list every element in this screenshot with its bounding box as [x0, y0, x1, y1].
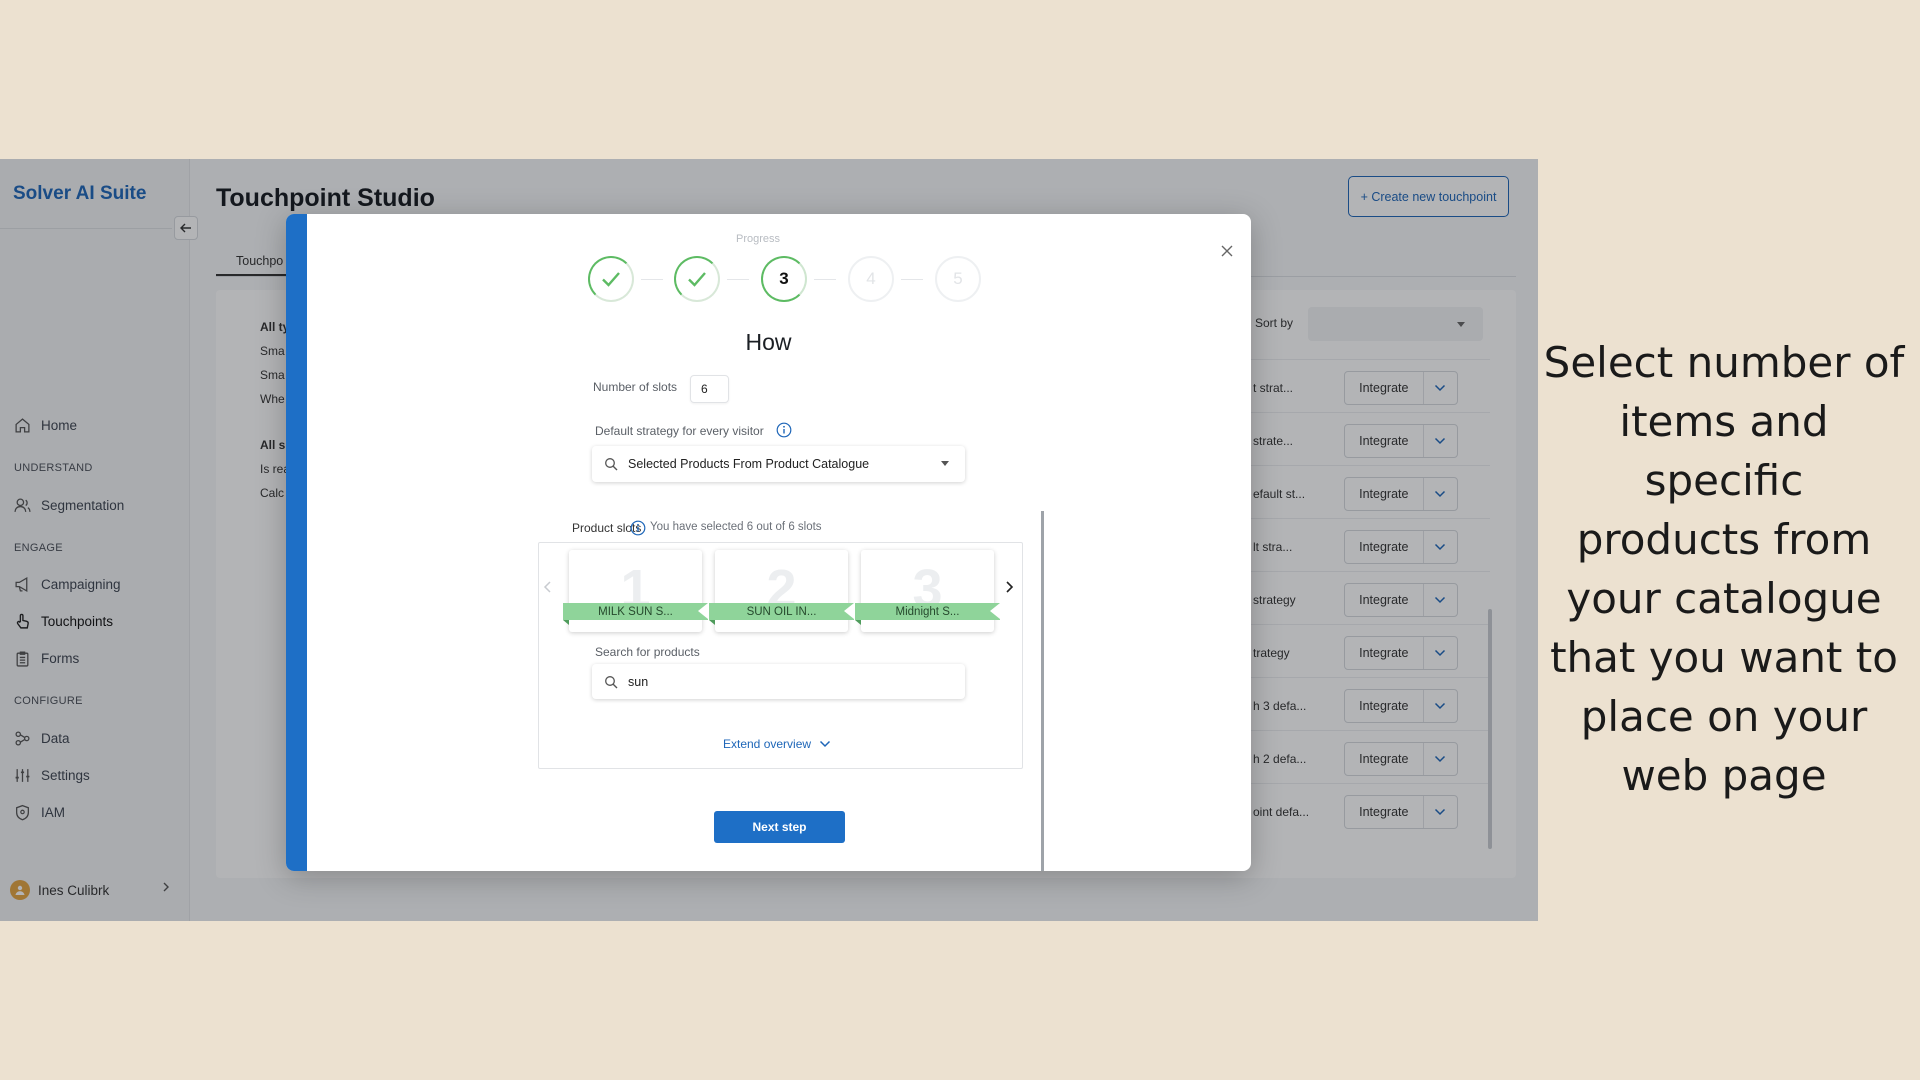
info-icon[interactable] [776, 422, 792, 438]
search-value: sun [628, 674, 649, 689]
product-slot-card[interactable]: 1 MILK SUN S... [563, 550, 708, 632]
info-icon[interactable] [630, 520, 646, 536]
modal-accent-stripe [286, 214, 307, 871]
search-products-label: Search for products [595, 645, 700, 659]
caption-line: web page [1621, 751, 1827, 800]
caret-down-icon [941, 461, 949, 470]
step-4: 4 [848, 256, 894, 302]
search-icon [605, 458, 618, 471]
search-icon [605, 675, 618, 688]
step-connector [814, 279, 836, 280]
number-of-slots-input[interactable]: 6 [690, 375, 729, 403]
check-icon [602, 272, 620, 287]
strategy-value: Selected Products From Product Catalogue [628, 457, 870, 471]
scrollbar[interactable] [1041, 511, 1044, 871]
step-2-complete [674, 256, 720, 302]
product-ribbon: MILK SUN S... [563, 603, 708, 625]
chevron-down-icon [820, 740, 831, 748]
caption-line: products from [1576, 515, 1872, 564]
chevron-right-icon[interactable] [1003, 580, 1015, 594]
caption-line: that you want to [1550, 633, 1898, 682]
touchpoint-wizard-modal: Progress 3 4 5 How Number of slots 6 Def… [286, 214, 1251, 871]
product-slot-card[interactable]: 3 Midnight S... [855, 550, 1000, 632]
caption-line: Select number of [1543, 338, 1905, 387]
step-connector [901, 279, 923, 280]
default-strategy-select[interactable]: Selected Products From Product Catalogue [592, 446, 965, 482]
product-search-input[interactable]: sun [592, 664, 965, 699]
check-icon [688, 272, 706, 287]
step-connector [727, 279, 749, 280]
product-ribbon: SUN OIL IN... [709, 603, 854, 625]
step-3-current: 3 [761, 256, 807, 302]
slots-label: Number of slots [593, 380, 678, 394]
caption-line: items and specific [1619, 397, 1829, 505]
slots-selected-text: You have selected 6 out of 6 slots [650, 521, 822, 533]
step-1-complete [588, 256, 634, 302]
step-connector [641, 279, 663, 280]
modal-title: How [745, 329, 792, 355]
extend-overview-link[interactable]: Extend overview [723, 737, 831, 751]
caption-text: Select number of items and specific prod… [1540, 333, 1908, 805]
product-slot-card[interactable]: 2 SUN OIL IN... [709, 550, 854, 632]
app-screenshot: Solver AI Suite Home UNDERSTAND Segmenta… [0, 159, 1538, 921]
caption-line: place on your [1580, 692, 1868, 741]
strategy-label: Default strategy for every visitor [595, 424, 764, 438]
caption-line: your catalogue [1566, 574, 1882, 623]
step-5: 5 [935, 256, 981, 302]
progress-label: Progress [736, 233, 781, 245]
close-icon[interactable] [1219, 243, 1235, 259]
next-step-button[interactable]: Next step [714, 811, 845, 843]
product-ribbon: Midnight S... [855, 603, 1000, 625]
chevron-left-icon[interactable] [542, 580, 554, 594]
extend-overview-label: Extend overview [723, 737, 812, 751]
